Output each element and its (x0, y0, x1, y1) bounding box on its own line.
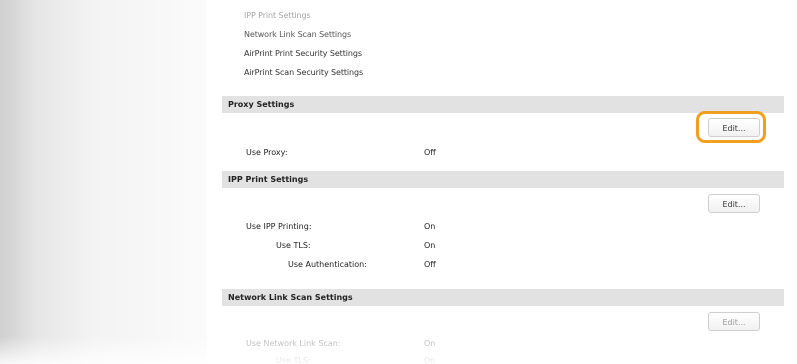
use-proxy-label: Use Proxy: (246, 148, 288, 157)
use-ipp-printing-label: Use IPP Printing: (246, 222, 312, 231)
use-authentication-label: Use Authentication: (288, 260, 367, 269)
use-authentication-value: Off (424, 260, 436, 269)
main-content: IPP Print Settings Network Link Scan Set… (222, 0, 784, 364)
proxy-edit-button[interactable]: Edit... (708, 118, 760, 137)
ipp-edit-button[interactable]: Edit... (708, 194, 760, 213)
proxy-settings-header: Proxy Settings (222, 96, 784, 113)
use-network-link-scan-label: Use Network Link Scan: (246, 339, 341, 348)
link-network-link-scan-settings[interactable]: Network Link Scan Settings (244, 30, 351, 39)
network-link-scan-settings-header: Network Link Scan Settings (222, 289, 784, 306)
nls-use-tls-label: Use TLS: (276, 356, 311, 364)
use-network-link-scan-value: On (424, 339, 436, 348)
use-tls-label: Use TLS: (276, 241, 311, 250)
use-tls-value: On (424, 241, 436, 250)
left-navigation-panel (0, 0, 207, 364)
page: IPP Print Settings Network Link Scan Set… (0, 0, 797, 364)
use-proxy-value: Off (424, 148, 436, 157)
network-link-scan-edit-button[interactable]: Edit... (708, 312, 760, 331)
link-ipp-print-settings[interactable]: IPP Print Settings (244, 11, 311, 20)
link-airprint-scan-security-settings[interactable]: AirPrint Scan Security Settings (244, 68, 363, 77)
ipp-print-settings-header: IPP Print Settings (222, 171, 784, 188)
use-ipp-printing-value: On (424, 222, 436, 231)
nls-use-tls-value: On (424, 356, 436, 364)
link-airprint-print-security-settings[interactable]: AirPrint Print Security Settings (244, 49, 362, 58)
